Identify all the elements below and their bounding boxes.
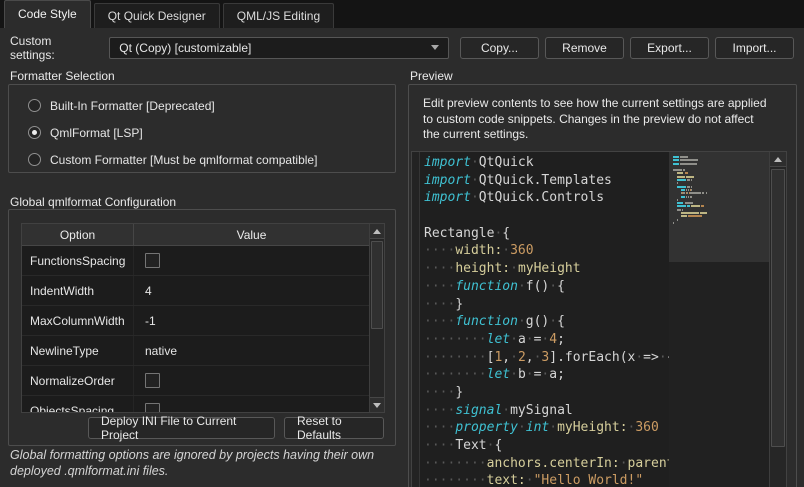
- checkbox-unchecked[interactable]: [145, 253, 160, 268]
- chevron-down-icon: [431, 45, 439, 50]
- code-line: ····height:·myHeight: [424, 261, 581, 277]
- reset-to-defaults-button[interactable]: Reset to Defaults: [284, 414, 384, 442]
- code-line: ········anchors.centerIn:·parent: [424, 455, 669, 471]
- radio-icon[interactable]: [28, 126, 41, 139]
- code-line: ····width:·360: [424, 243, 534, 259]
- options-table: Option Value FunctionsSpacing IndentWidth…: [21, 223, 385, 413]
- column-header-option[interactable]: Option: [22, 224, 134, 245]
- options-table-body: FunctionsSpacing IndentWidth 4 MaxColumnWid…: [22, 246, 369, 412]
- value-cell[interactable]: [134, 253, 369, 268]
- table-scrollbar-thumb[interactable]: [371, 241, 383, 329]
- code-area[interactable]: import·QtQuick import·QtQuick.Templates im…: [420, 152, 669, 487]
- table-row-maxcolumnwidth[interactable]: MaxColumnWidth -1: [22, 306, 369, 336]
- options-table-main: Option Value FunctionsSpacing IndentWidth…: [22, 224, 369, 412]
- checkbox-unchecked[interactable]: [145, 373, 160, 388]
- option-cell[interactable]: NewlineType: [22, 336, 134, 365]
- table-row-functionsspacing[interactable]: FunctionsSpacing: [22, 246, 369, 276]
- column-header-value[interactable]: Value: [134, 224, 369, 245]
- code-line: ····}: [424, 296, 464, 312]
- option-cell[interactable]: MaxColumnWidth: [22, 306, 134, 335]
- qmlformat-config-title: Global qmlformat Configuration: [10, 195, 177, 209]
- tab-bar: Code Style Qt Quick Designer QML/JS Editin…: [0, 0, 804, 28]
- formatter-selection-title: Formatter Selection: [10, 69, 115, 83]
- option-cell[interactable]: IndentWidth: [22, 276, 134, 305]
- code-line: ········let·b·=·a;: [424, 367, 565, 383]
- global-formatting-note: Global formatting options are ignored by…: [10, 448, 375, 478]
- tab-code-style[interactable]: Code Style: [4, 0, 91, 28]
- table-row-normalizeorder[interactable]: NormalizeOrder: [22, 366, 369, 396]
- code-line: ········[1,·2,·3].forEach(x·=>·{: [424, 349, 669, 365]
- preview-group: Edit preview contents to see how the cur…: [408, 84, 797, 487]
- preview-description: Edit preview contents to see how the cur…: [423, 96, 767, 141]
- copy-button[interactable]: Copy...: [460, 36, 539, 59]
- code-line: import·QtQuick: [424, 155, 534, 170]
- radio-label: Built-In Formatter [Deprecated]: [50, 98, 215, 113]
- tab-qt-quick-designer[interactable]: Qt Quick Designer: [93, 3, 220, 28]
- radio-label: QmlFormat [LSP]: [50, 125, 143, 140]
- value-cell[interactable]: [134, 403, 369, 412]
- code-line: ····function·g()·{: [424, 314, 565, 330]
- remove-button[interactable]: Remove: [545, 36, 624, 59]
- editor-minimap[interactable]: [669, 152, 769, 487]
- table-row-objectsspacing[interactable]: ObjectsSpacing: [22, 396, 369, 412]
- checkbox-unchecked[interactable]: [145, 403, 160, 412]
- code-line: ····function·f()·{: [424, 278, 565, 294]
- code-line: Rectangle·{: [424, 225, 511, 241]
- option-cell[interactable]: ObjectsSpacing: [22, 396, 134, 412]
- qmlformat-config-group: Option Value FunctionsSpacing IndentWidth…: [8, 209, 396, 446]
- import-button[interactable]: Import...: [715, 36, 794, 59]
- table-row-newlinetype[interactable]: NewlineType native: [22, 336, 369, 366]
- radio-icon[interactable]: [28, 153, 41, 166]
- table-row-indentwidth[interactable]: IndentWidth 4: [22, 276, 369, 306]
- settings-buttons: Copy... Remove Export... Import...: [460, 36, 794, 59]
- scroll-up-icon[interactable]: [770, 152, 786, 167]
- custom-settings-label: Custom settings:: [10, 33, 55, 62]
- config-buttons: Deploy INI File to Current Project Reset …: [88, 414, 384, 442]
- editor-scrollbar[interactable]: [769, 152, 786, 487]
- radio-icon[interactable]: [28, 99, 41, 112]
- custom-settings-row: Custom settings: Qt (Copy) [customizable…: [10, 33, 794, 62]
- code-line: ····property·int·myHeight:·360: [424, 420, 659, 436]
- code-line: ········let·a·=·4;: [424, 331, 565, 347]
- deploy-ini-file-to-current-project-button[interactable]: Deploy INI File to Current Project: [88, 414, 275, 442]
- radio-qmlformat-lsp[interactable]: QmlFormat [LSP]: [9, 119, 395, 146]
- preview-title: Preview: [410, 69, 453, 83]
- code-line: ····signal·mySignal: [424, 402, 573, 418]
- value-cell[interactable]: [134, 373, 369, 388]
- code-preview-editor[interactable]: import·QtQuick import·QtQuick.Templates im…: [411, 151, 787, 487]
- radio-built-in-formatter-deprecated[interactable]: Built-In Formatter [Deprecated]: [9, 92, 395, 119]
- minimap-lines: [673, 156, 707, 225]
- code-line: ····}: [424, 384, 464, 400]
- code-line: import·QtQuick.Controls: [424, 190, 605, 206]
- code-line: ········text:·"Hello World!": [424, 473, 644, 487]
- editor-gutter: [412, 152, 420, 487]
- editor-scrollbar-track[interactable]: [770, 167, 786, 487]
- value-cell[interactable]: native: [134, 344, 369, 358]
- option-cell[interactable]: NormalizeOrder: [22, 366, 134, 395]
- radio-custom-formatter-must-be-qmlformat-compatible[interactable]: Custom Formatter [Must be qmlformat comp…: [9, 146, 395, 173]
- scroll-down-icon[interactable]: [370, 397, 384, 412]
- value-cell[interactable]: 4: [134, 284, 369, 298]
- option-cell[interactable]: FunctionsSpacing: [22, 246, 134, 275]
- custom-settings-combobox[interactable]: Qt (Copy) [customizable]: [109, 36, 449, 59]
- radio-label: Custom Formatter [Must be qmlformat comp…: [50, 152, 318, 167]
- code-line: import·QtQuick.Templates: [424, 172, 612, 188]
- code-line: ····Text·{: [424, 438, 503, 453]
- options-table-header: Option Value: [22, 224, 369, 246]
- scroll-up-icon[interactable]: [370, 224, 384, 239]
- export-button[interactable]: Export...: [630, 36, 709, 59]
- table-scrollbar-track[interactable]: [370, 239, 384, 397]
- editor-scrollbar-thumb[interactable]: [771, 169, 785, 447]
- tab-qml-js-editing[interactable]: QML/JS Editing: [222, 3, 335, 28]
- value-cell[interactable]: -1: [134, 314, 369, 328]
- formatter-selection-group: Built-In Formatter [Deprecated] QmlFormat…: [8, 84, 396, 173]
- combobox-value: Qt (Copy) [customizable]: [119, 40, 252, 55]
- table-scrollbar[interactable]: [369, 224, 384, 412]
